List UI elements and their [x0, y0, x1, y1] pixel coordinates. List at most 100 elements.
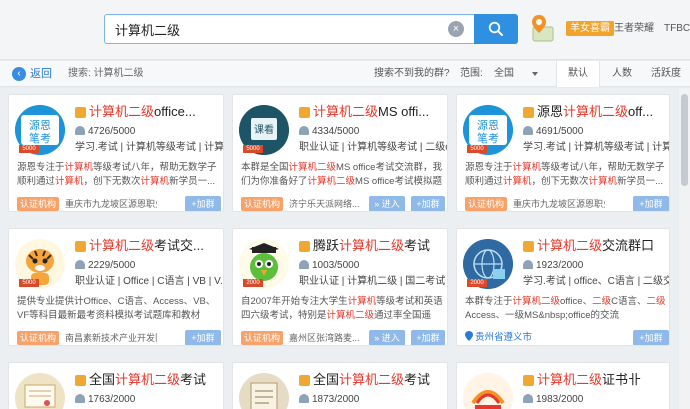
card-footer: 认证机构 重庆市九龙坡区源恩职业培... +加群	[457, 195, 669, 211]
chevron-down-icon[interactable]	[532, 72, 538, 76]
member-count-value: 1763/2000	[88, 394, 136, 405]
desc-highlight: 计算机	[140, 176, 170, 187]
group-card[interactable]: 源恩 笔考 5000 源恩计算机二级off... 4691/5000 学习.考试…	[456, 94, 670, 212]
back-arrow-icon[interactable]: ‹	[12, 67, 26, 81]
range-select[interactable]: 全国	[494, 67, 514, 81]
group-tags: 职业认证 | 计算机二级 | 国二考试 |...	[299, 276, 447, 287]
enter-group-button[interactable]: » 进入	[369, 196, 405, 211]
join-group-button[interactable]: +加群	[185, 330, 221, 345]
crown-icon	[75, 107, 86, 118]
avatar[interactable]	[463, 373, 513, 409]
desc-highlight: 计算机	[512, 162, 542, 173]
svg-text:笔考: 笔考	[29, 131, 51, 145]
group-results-grid: 源恩 笔考 5000 计算机二级office... 4726/5000 学习.考…	[0, 88, 678, 409]
location-address[interactable]: 贵州省遵义市	[465, 331, 532, 345]
crown-icon	[75, 375, 86, 386]
avatar[interactable]	[239, 373, 289, 409]
title-highlight: 计算机二级	[339, 372, 405, 387]
title-pre: 源恩	[537, 104, 564, 119]
title-highlight: 计算机二级	[537, 372, 603, 387]
tab-members[interactable]: 人数	[600, 61, 644, 87]
crown-icon	[523, 241, 534, 252]
user-name[interactable]: 王者荣耀	[614, 21, 654, 36]
title-pre: 全国	[313, 372, 340, 387]
organization-name[interactable]: 重庆市九龙坡区源恩职业培...	[65, 197, 157, 211]
member-count-value: 4691/5000	[536, 126, 584, 137]
group-title[interactable]: 计算机二级交流群口	[537, 237, 669, 255]
group-description: 提供专业提供计Office、C语言、Access、VB、VF等科目最新最考资料模…	[17, 295, 219, 323]
group-title[interactable]: 全国计算机二级考试	[89, 371, 223, 389]
user-tag[interactable]: TFBC	[664, 21, 690, 36]
certified-badge: 认证机构	[17, 197, 60, 211]
group-tags: 职业认证 | 计算机等级考试 | 二级office	[299, 142, 447, 153]
title-highlight: 计算机二级	[563, 104, 629, 119]
group-title[interactable]: 计算机二级证书卝	[537, 371, 669, 389]
crown-icon	[523, 107, 534, 118]
card-footer: 认证机构 南昌素新技术产业开发区骏... +加群	[9, 329, 223, 345]
group-card[interactable]: 源恩 笔考 5000 计算机二级office... 4726/5000 学习.考…	[8, 94, 224, 212]
group-card[interactable]: 全国计算机二级考试 1873/2000	[232, 362, 448, 409]
svg-text:源恩: 源恩	[29, 118, 51, 132]
card-footer: 认证机构 重庆市九龙坡区源恩职业培... +加群	[9, 195, 223, 211]
group-description: 源恩专注于计算机等级考试八年，帮助无数学子顺利通过计算机，创下无数次计算机新学员…	[17, 161, 219, 189]
member-count-value: 4334/5000	[312, 126, 360, 137]
organization-name[interactable]: 南昌素新技术产业开发区骏...	[65, 331, 157, 345]
organization-name[interactable]: 重庆市九龙坡区源恩职业培...	[513, 197, 605, 211]
group-tags: 学习.考试 | 计算机等级考试 | 计算...	[523, 142, 670, 153]
svg-text:笔考: 笔考	[477, 131, 499, 145]
group-title[interactable]: 全国计算机二级考试	[313, 371, 447, 389]
crown-icon	[523, 375, 534, 386]
enter-group-button[interactable]: » 进入	[369, 330, 405, 345]
group-title[interactable]: 腾跃计算机二级考试	[313, 237, 447, 255]
card-footer: 认证机构 嘉州区张湾路麦... » 进入 +加群	[233, 329, 447, 345]
organization-name[interactable]: 济宁乐天派网络...	[289, 197, 369, 211]
member-count: 2229/5000	[75, 259, 135, 273]
title-pre: 腾跃	[313, 238, 340, 253]
clear-icon[interactable]: ×	[448, 21, 464, 37]
scrollbar[interactable]	[679, 88, 690, 409]
group-card[interactable]: 2000 腾跃计算机二级考试 1003/5000 职业认证 | 计算机二级 | …	[232, 228, 448, 346]
search-button[interactable]	[474, 14, 518, 44]
svg-text:源恩: 源恩	[477, 118, 499, 132]
group-title[interactable]: 计算机二级office...	[89, 103, 223, 121]
join-group-button[interactable]: +加群	[633, 330, 669, 345]
join-group-button[interactable]: +加群	[185, 196, 221, 211]
join-group-button[interactable]: +加群	[411, 196, 445, 211]
organization-name[interactable]: 嘉州区张湾路麦...	[289, 331, 369, 345]
vip-badge[interactable]: 羊女喜霸	[566, 21, 614, 36]
title-post: 交流群口	[602, 238, 655, 253]
search-input[interactable]	[104, 14, 474, 44]
scrollbar-thumb[interactable]	[681, 94, 688, 186]
group-title[interactable]: 计算机二级MS offi...	[313, 103, 447, 121]
back-link[interactable]: 返回	[30, 67, 52, 81]
certified-badge: 认证机构	[241, 197, 284, 211]
group-card[interactable]: 2000 计算机二级交流群口 1923/2000 学习.考试 | office、…	[456, 228, 670, 346]
join-group-button[interactable]: +加群	[633, 196, 669, 211]
member-icon	[75, 260, 85, 269]
avatar[interactable]	[15, 373, 65, 409]
group-card[interactable]: 计算机二级证书卝 1983/2000	[456, 362, 670, 409]
title-highlight: 计算机二级	[313, 104, 379, 119]
group-tags: 职业认证 | Office | C语言 | VB | V...	[75, 276, 223, 287]
tab-default[interactable]: 默认	[556, 61, 600, 87]
group-title[interactable]: 源恩计算机二级off...	[537, 103, 669, 121]
group-card[interactable]: 课看 5000 计算机二级MS offi... 4334/5000 职业认证 |…	[232, 94, 448, 212]
member-count-value: 1923/2000	[536, 260, 584, 271]
join-group-button[interactable]: +加群	[411, 330, 445, 345]
group-description: 本群专注于计算机二级office、二级C语言、二级Access、一级MS&nbs…	[465, 295, 667, 323]
address-text: 贵州省遵义市	[475, 332, 533, 343]
school-logo-icon	[463, 373, 513, 409]
range-label: 范围:	[460, 68, 483, 79]
tab-activity[interactable]: 活跃度	[644, 61, 688, 87]
desc-text: 自2007年开始专注大学生	[241, 296, 348, 307]
not-found-link[interactable]: 搜索不到我的群?	[374, 67, 450, 81]
location-pin-icon[interactable]	[529, 13, 555, 43]
group-title[interactable]: 计算机二级考试交...	[89, 237, 223, 255]
member-count-value: 4726/5000	[88, 126, 136, 137]
group-card[interactable]: 全国计算机二级考试 1763/2000	[8, 362, 224, 409]
level-badge: 5000	[19, 145, 39, 153]
scroll-icon	[239, 373, 289, 409]
group-card[interactable]: 5000 计算机二级考试交... 2229/5000 职业认证 | Office…	[8, 228, 224, 346]
desc-highlight: 计算机	[588, 176, 618, 187]
group-tags: 学习.考试 | office、C语言 | 二级交...	[523, 276, 670, 287]
